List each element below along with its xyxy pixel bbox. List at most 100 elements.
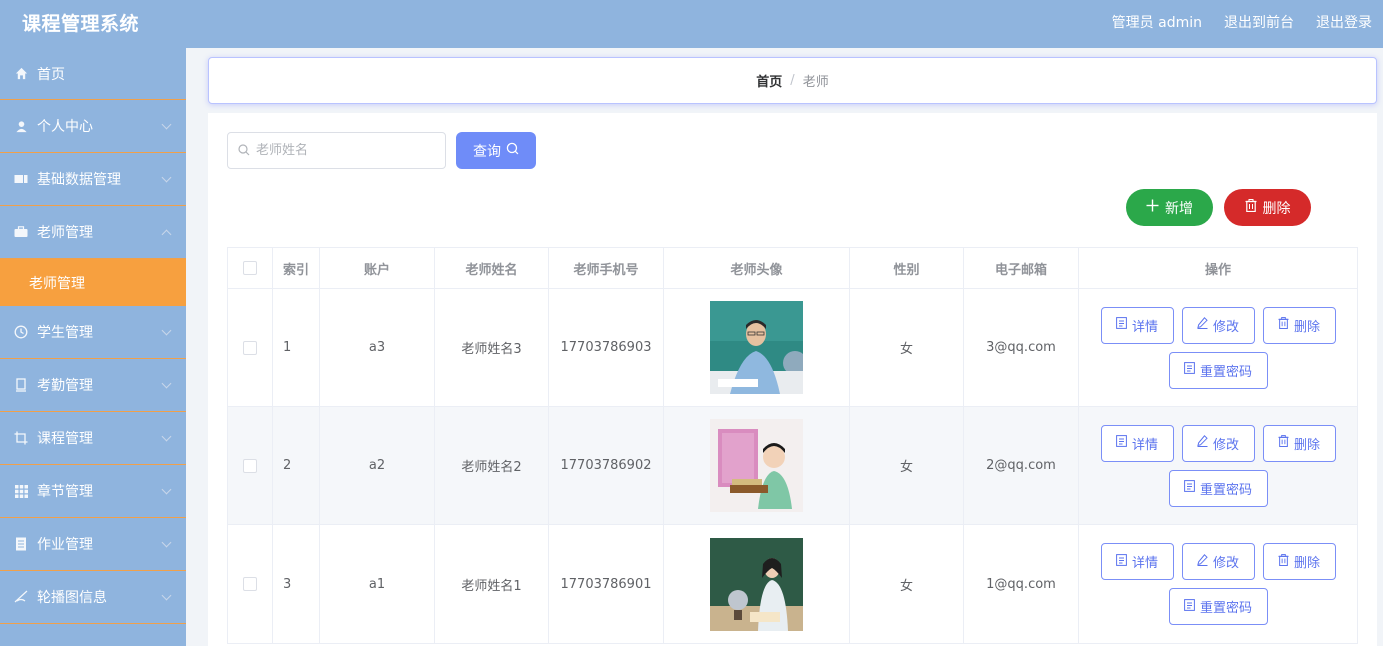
briefcase-icon bbox=[14, 225, 28, 239]
add-button[interactable]: 新增 bbox=[1126, 189, 1213, 226]
ticket-icon bbox=[14, 172, 28, 186]
edit-button[interactable]: 修改 bbox=[1181, 424, 1255, 462]
reset-password-button[interactable]: 重置密码 bbox=[1168, 469, 1268, 507]
cell-gender: 女 bbox=[850, 289, 964, 406]
sidebar-item-personal-center[interactable]: 个人中心 bbox=[0, 100, 186, 153]
table-row[interactable]: 2 a2 老师姓名2 17703786902 女 2@qq.com 详情 修改 … bbox=[228, 407, 1357, 525]
query-button[interactable]: 查询 bbox=[456, 132, 536, 169]
column-header: 老师头像 bbox=[664, 248, 850, 288]
select-all-cell bbox=[228, 248, 273, 288]
sidebar-subitem-teacher-management[interactable]: 老师管理 bbox=[0, 259, 186, 306]
chevron-up-icon bbox=[161, 229, 172, 240]
delete-button[interactable]: 删除 bbox=[1262, 306, 1336, 344]
cell-phone: 17703786902 bbox=[549, 407, 664, 524]
row-checkbox[interactable] bbox=[243, 340, 257, 355]
no-signal-icon bbox=[14, 590, 28, 604]
delete-button[interactable]: 删除 bbox=[1262, 543, 1336, 580]
document-icon bbox=[1116, 317, 1127, 333]
header-links: 管理员 admin 退出到前台 退出登录 bbox=[1112, 12, 1372, 32]
row-select-cell bbox=[228, 407, 273, 524]
detail-label: 详情 bbox=[1131, 319, 1158, 335]
logout-link[interactable]: 退出登录 bbox=[1316, 12, 1372, 32]
grid-icon bbox=[14, 484, 28, 498]
delete-button-label: 删除 bbox=[1262, 200, 1291, 217]
pencil-icon bbox=[1197, 435, 1208, 451]
home-icon bbox=[14, 67, 28, 81]
chevron-down-icon bbox=[161, 537, 172, 548]
teacher-name-search-input[interactable] bbox=[256, 143, 436, 158]
query-button-label: 查询 bbox=[473, 143, 501, 160]
sidebar-item-home[interactable]: 首页 bbox=[0, 48, 186, 100]
sidebar-item-homework-management[interactable]: 作业管理 bbox=[0, 518, 186, 571]
document-icon bbox=[1184, 598, 1195, 615]
row-checkbox[interactable] bbox=[243, 577, 257, 591]
sidebar-item-attendance[interactable]: 考勤管理 bbox=[0, 359, 186, 412]
add-button-label: 新增 bbox=[1165, 200, 1193, 217]
reset-password-label: 重置密码 bbox=[1199, 482, 1252, 498]
column-header: 操作 bbox=[1204, 262, 1231, 278]
pencil-icon bbox=[1197, 553, 1208, 570]
select-all-checkbox[interactable] bbox=[243, 261, 257, 275]
delete-button[interactable]: 删除 bbox=[1262, 424, 1336, 462]
admin-label[interactable]: 管理员 admin bbox=[1112, 12, 1202, 32]
cell-email: 1@qq.com bbox=[964, 525, 1079, 643]
search-icon bbox=[238, 141, 250, 160]
row-checkbox[interactable] bbox=[243, 458, 257, 473]
batch-delete-button[interactable]: 删除 bbox=[1224, 189, 1311, 226]
sidebar-item-label: 学生管理 bbox=[37, 325, 93, 341]
exit-to-frontend-link[interactable]: 退出到前台 bbox=[1224, 12, 1294, 32]
table-row[interactable]: 3 a1 老师姓名1 17703786901 女 1@qq.com 详情 修改 … bbox=[228, 525, 1357, 643]
sidebar-item-label: 章节管理 bbox=[37, 484, 93, 500]
app-title: 课程管理系统 bbox=[22, 13, 140, 35]
cell-avatar bbox=[664, 525, 850, 643]
sidebar-item-label: 个人中心 bbox=[37, 119, 93, 135]
chevron-down-icon bbox=[161, 484, 172, 495]
breadcrumb-current: 老师 bbox=[802, 75, 829, 90]
cell-email: 2@qq.com bbox=[964, 407, 1079, 524]
pencil-icon bbox=[1197, 317, 1208, 333]
sidebar: 首页 个人中心 基础数据管理 老师管理 老师管理 学生管理 考勤管理 课程管理 … bbox=[0, 48, 186, 646]
table-row[interactable]: 1 a3 老师姓名3 17703786903 女 3@qq.com 详情 修改 … bbox=[228, 289, 1357, 407]
cell-account: a1 bbox=[320, 525, 435, 643]
sidebar-item-label: 老师管理 bbox=[29, 275, 85, 292]
reset-password-label: 重置密码 bbox=[1199, 364, 1252, 380]
notebook-icon bbox=[14, 537, 28, 551]
document-icon bbox=[1116, 553, 1127, 570]
search-box[interactable] bbox=[227, 132, 446, 169]
reset-password-button[interactable]: 重置密码 bbox=[1168, 351, 1268, 389]
edit-button[interactable]: 修改 bbox=[1181, 543, 1255, 580]
trash-icon bbox=[1245, 199, 1257, 216]
reset-password-button[interactable]: 重置密码 bbox=[1168, 588, 1268, 625]
cell-phone: 17703786901 bbox=[549, 525, 664, 643]
chevron-down-icon bbox=[161, 378, 172, 389]
column-header: 索引 bbox=[273, 248, 320, 288]
cell-actions: 详情 修改 删除 重置密码 bbox=[1079, 407, 1357, 524]
cell-index: 1 bbox=[273, 289, 320, 406]
trash-icon bbox=[1278, 317, 1289, 333]
sidebar-item-carousel-info[interactable]: 轮播图信息 bbox=[0, 571, 186, 624]
detail-button[interactable]: 详情 bbox=[1100, 306, 1174, 344]
column-header: 性别 bbox=[850, 248, 964, 288]
document-icon bbox=[14, 378, 28, 392]
sidebar-item-label: 首页 bbox=[37, 66, 65, 83]
sidebar-item-student-management[interactable]: 学生管理 bbox=[0, 306, 186, 359]
sidebar-item-basic-data[interactable]: 基础数据管理 bbox=[0, 153, 186, 206]
row-select-cell bbox=[228, 289, 273, 406]
breadcrumb-home[interactable]: 首页 bbox=[756, 71, 782, 90]
sidebar-item-course-management[interactable]: 课程管理 bbox=[0, 412, 186, 465]
sidebar-item-teacher-management[interactable]: 老师管理 bbox=[0, 206, 186, 259]
search-icon bbox=[506, 142, 519, 159]
edit-button[interactable]: 修改 bbox=[1181, 306, 1255, 344]
sidebar-item-chapter-management[interactable]: 章节管理 bbox=[0, 465, 186, 518]
cell-index: 2 bbox=[273, 407, 320, 524]
sidebar-item-label: 考勤管理 bbox=[37, 378, 93, 394]
document-icon bbox=[1116, 435, 1127, 451]
column-header: 老师姓名 bbox=[435, 248, 549, 288]
chevron-down-icon bbox=[161, 431, 172, 442]
detail-button[interactable]: 详情 bbox=[1100, 543, 1174, 580]
detail-button[interactable]: 详情 bbox=[1100, 424, 1174, 462]
table-body: 1 a3 老师姓名3 17703786903 女 3@qq.com 详情 修改 … bbox=[228, 289, 1357, 643]
table-header-row: 索引 账户 老师姓名 老师手机号 老师头像 性别 电子邮箱 操作 bbox=[228, 248, 1357, 289]
top-header: 课程管理系统 管理员 admin 退出到前台 退出登录 bbox=[0, 0, 1383, 48]
edit-label: 修改 bbox=[1212, 437, 1239, 453]
